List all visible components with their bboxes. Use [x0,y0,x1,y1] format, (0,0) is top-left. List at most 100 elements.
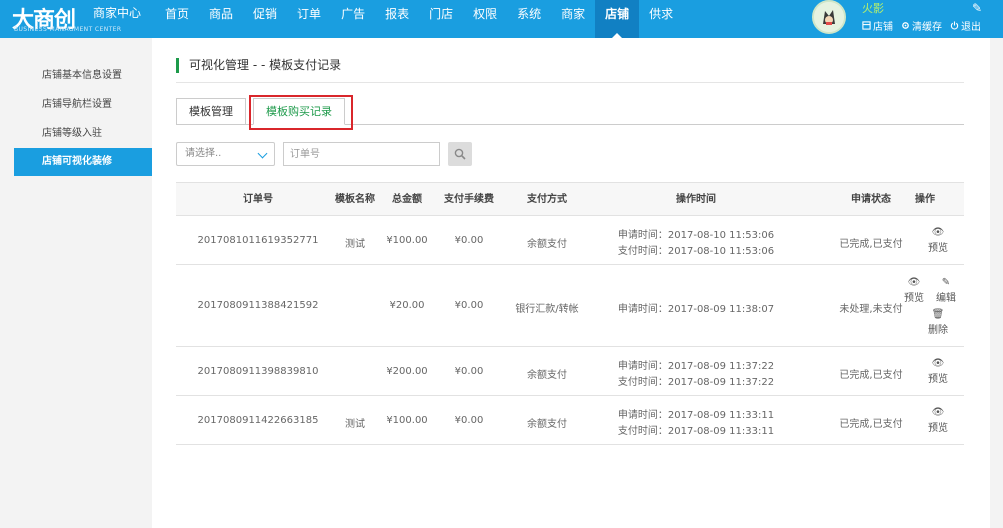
sidebar-item-nav-settings[interactable]: 店铺导航栏设置 [14,91,152,119]
top-bar: 大商创 商家中心 BUSINESS MANAGMENT CENTER 首页 商品… [0,0,1003,38]
pay-time: 支付时间：2017-08-09 11:33:11 [617,426,775,437]
logo[interactable]: 大商创 商家中心 BUSINESS MANAGMENT CENTER [10,0,150,38]
template-name: 测试 [345,239,365,250]
payment-method: 银行汇款/转帐 [515,304,579,315]
main-panel: 可视化管理 - - 模板支付记录 模板管理 模板购买记录 请选择.. 订单号 模… [152,38,990,528]
apply-time: 申请时间：2017-08-09 11:33:11 [617,410,775,421]
nav-item-reports[interactable]: 报表 [375,0,419,38]
col-template: 模板名称 [335,194,375,205]
preview-label: 预览 [928,374,948,385]
table-row: 2017080911422663185 测试 ¥100.00 ¥0.00 余额支… [176,396,964,445]
nav-item-system[interactable]: 系统 [507,0,551,38]
nav-item-shop[interactable]: 店铺 [595,0,640,38]
search-button[interactable] [448,142,472,166]
col-actions: 操作 [915,194,935,205]
order-number: 2017080911422663185 [197,415,319,426]
fee-amount: ¥0.00 [454,415,484,426]
clear-cache-label: 清缓存 [912,22,942,33]
total-amount: ¥100.00 [386,235,428,246]
search-icon [454,148,466,160]
delete-button[interactable]: 🗑 删除 [918,309,958,336]
clear-cache-button[interactable]: 清缓存 [901,18,942,33]
nav-item-orders[interactable]: 订单 [287,0,331,38]
tab-template-manage[interactable]: 模板管理 [176,98,246,125]
logo-subtitle: BUSINESS MANAGMENT CENTER [14,26,122,33]
template-name: 测试 [345,419,365,430]
payment-method: 余额支付 [527,419,567,430]
preview-label: 预览 [904,293,924,304]
order-number: 2017081011619352771 [197,235,319,246]
sidebar-item-grade[interactable]: 店铺等级入驻 [14,120,152,148]
logo-center-label: 商家中心 [93,6,142,20]
nav-item-goods[interactable]: 商品 [199,0,243,38]
nav-item-permissions[interactable]: 权限 [463,0,507,38]
store-link[interactable]: 店铺 [862,18,893,33]
chevron-down-icon [257,148,268,159]
col-fee: 支付手续费 [444,194,494,205]
nav-item-promotion[interactable]: 促销 [243,0,287,38]
table-row: 2017080911388421592 ¥20.00 ¥0.00 银行汇款/转帐… [176,265,964,347]
power-icon [950,21,959,30]
nav-item-ads[interactable]: 广告 [331,0,375,38]
col-order-no: 订单号 [243,194,273,205]
sidebar: 店铺基本信息设置 店铺导航栏设置 店铺等级入驻 店铺可视化装修 [0,38,158,528]
payment-method: 余额支付 [527,239,567,250]
preview-label: 预览 [928,423,948,434]
top-actions: 店铺 清缓存 退出 [862,18,981,33]
col-time: 操作时间 [676,194,716,205]
col-total: 总金额 [392,194,422,205]
gear-icon [902,22,909,29]
edit-label: 编辑 [936,293,956,304]
sidebar-item-visual-decoration[interactable]: 店铺可视化装修 [14,148,158,176]
store-link-label: 店铺 [873,22,893,33]
payment-method: 余额支付 [527,370,567,381]
delete-label: 删除 [928,325,948,336]
status-select-value: 请选择.. [185,148,222,159]
records-table: 订单号 模板名称 总金额 支付手续费 支付方式 操作时间 申请状态 操作 201… [176,182,964,445]
active-tab-highlight [249,95,353,130]
eye-icon: 👁 [931,358,945,369]
fee-amount: ¥0.00 [454,366,484,377]
table-row: 2017080911398839810 ¥200.00 ¥0.00 余额支付 申… [176,347,964,396]
user-name[interactable]: 火影 [862,0,884,16]
apply-time: 申请时间：2017-08-09 11:37:22 [617,361,775,372]
apply-time: 申请时间：2017-08-10 11:53:06 [617,230,775,241]
fee-amount: ¥0.00 [454,300,484,311]
avatar[interactable] [812,0,846,34]
edit-icon: ✎ [941,277,951,288]
logout-label: 退出 [961,22,981,33]
main-nav: 首页 商品 促销 订单 广告 报表 门店 权限 系统 商家 店铺 供求 [155,0,683,38]
order-number: 2017080911388421592 [197,300,319,311]
trash-icon: 🗑 [931,309,945,320]
table-row: 2017081011619352771 测试 ¥100.00 ¥0.00 余额支… [176,216,964,265]
eye-icon: 👁 [931,227,945,238]
page-title: 可视化管理 - - 模板支付记录 [176,58,341,73]
store-icon [862,21,871,30]
nav-item-home[interactable]: 首页 [155,0,199,38]
nav-item-supply[interactable]: 供求 [639,0,683,38]
sidebar-item-basic-info[interactable]: 店铺基本信息设置 [14,62,152,90]
total-amount: ¥100.00 [386,415,428,426]
preview-label: 预览 [928,243,948,254]
eye-icon: 👁 [931,407,945,418]
pay-time: 支付时间：2017-08-10 11:53:06 [617,246,775,257]
apply-time: 申请时间：2017-08-09 11:38:07 [617,304,775,315]
logout-button[interactable]: 退出 [950,18,981,33]
order-number-input[interactable] [283,142,440,166]
fee-amount: ¥0.00 [454,235,484,246]
total-amount: ¥20.00 [389,300,425,311]
title-divider [176,82,964,83]
total-amount: ¥200.00 [386,366,428,377]
nav-item-merchant[interactable]: 商家 [551,0,595,38]
col-method: 支付方式 [527,194,567,205]
pay-time: 支付时间：2017-08-09 11:37:22 [617,377,775,388]
edit-button[interactable]: ✎ 编辑 [926,277,966,304]
table-header: 订单号 模板名称 总金额 支付手续费 支付方式 操作时间 申请状态 操作 [176,182,964,216]
order-number: 2017080911398839810 [197,366,319,377]
preview-button[interactable]: 👁 预览 [918,358,958,385]
nav-item-stores[interactable]: 门店 [419,0,463,38]
edit-icon[interactable]: ✎ [972,1,982,15]
preview-button[interactable]: 👁 预览 [918,227,958,254]
status-select[interactable]: 请选择.. [176,142,275,166]
preview-button[interactable]: 👁 预览 [918,407,958,434]
